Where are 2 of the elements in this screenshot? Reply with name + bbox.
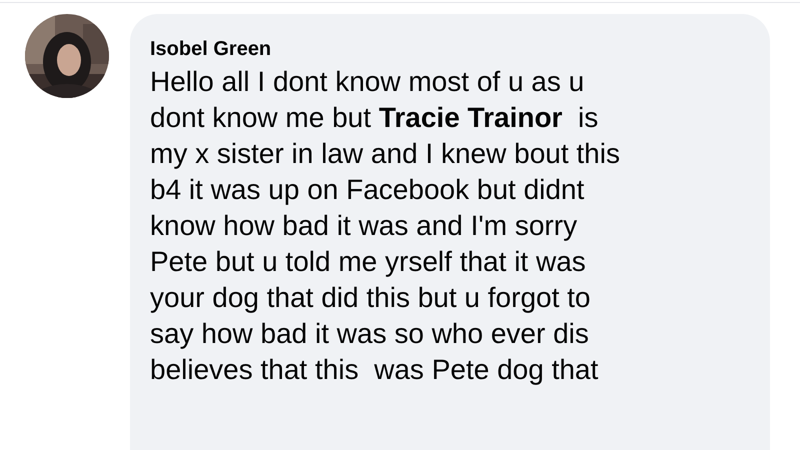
author-name[interactable]: Isobel Green bbox=[150, 36, 272, 62]
comment-text: Hello all I dont know most of u as u dont know me but Tracie Trainor is my x sister in law and I knew bout this b4 it was up on Facebook but didnt know how bad it was and I'm sorry Pete but u told me yrself that it was your dog that did this but u forgot to say how bad it was so who ever dis believes that this was Pete dog that bbox=[150, 65, 620, 387]
